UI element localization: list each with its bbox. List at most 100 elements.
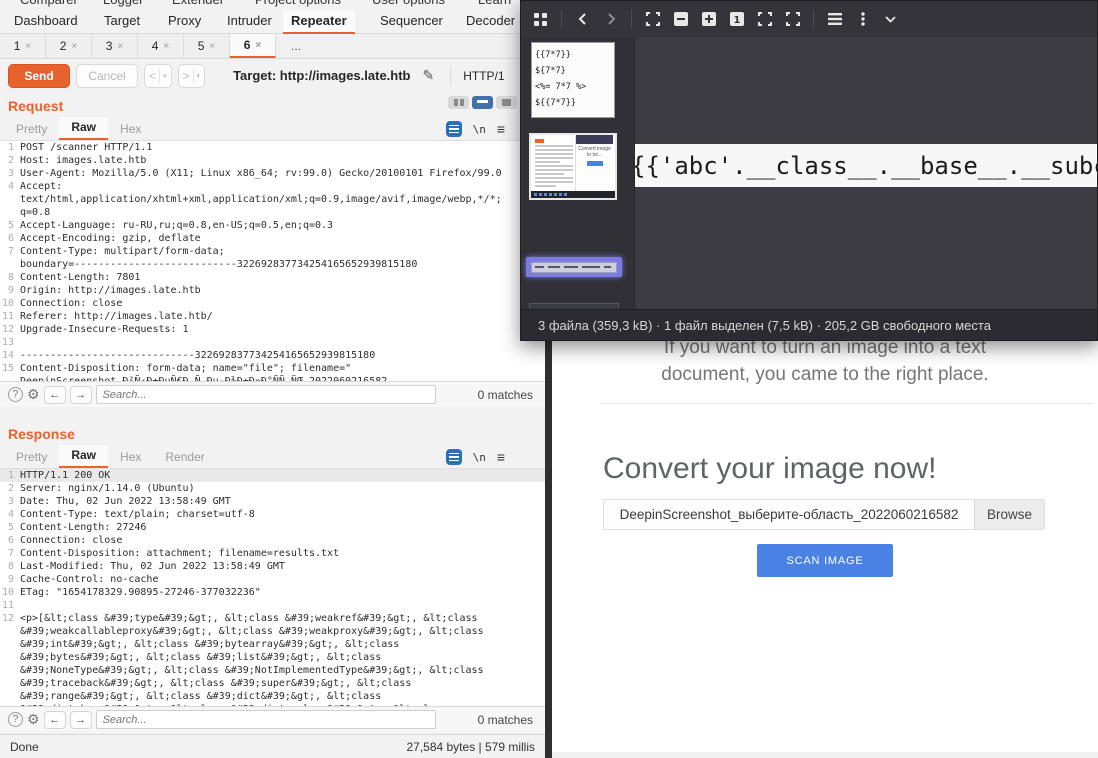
tab-decoder[interactable]: Decoder (458, 10, 523, 32)
tab-dashboard[interactable]: Dashboard (6, 10, 86, 32)
chevron-down-icon[interactable] (883, 12, 898, 27)
code-line: 12<p>[&lt;class &#39;type&#39;&gt;, &lt;… (0, 612, 545, 625)
image-viewer-window: 1 {{7*7}} ${7*7} <%= 7*7 %> ${{7*7}} (520, 0, 1098, 341)
repeater-tab-strip: 1×2×3×4×5×6×... (0, 34, 545, 59)
response-view-tabs: PrettyRawHexRender \n ≡ (0, 446, 545, 468)
menu-item-user-options[interactable]: User options (372, 0, 445, 7)
chevron-down-icon[interactable]: ▾ (163, 72, 167, 80)
history-forward-button[interactable]: >▾ (178, 64, 206, 88)
view-tab-pretty[interactable]: Pretty (4, 119, 59, 140)
layout-single-button[interactable] (496, 96, 517, 109)
thumbnails-grid-icon[interactable] (533, 12, 548, 27)
view-tab-hex[interactable]: Hex (108, 447, 153, 468)
repeater-tab-5[interactable]: 5× (184, 34, 230, 58)
view-tab-hex[interactable]: Hex (108, 119, 153, 140)
layout-columns-button[interactable] (448, 96, 469, 109)
menu-item-logger[interactable]: Logger (103, 0, 143, 7)
selected-filename: DeepinScreenshot_выберите-область_202206… (604, 500, 974, 529)
fit-screen-icon[interactable] (785, 12, 800, 27)
viewer-toolbar: 1 (521, 1, 1097, 37)
tab-sequencer[interactable]: Sequencer (372, 10, 451, 32)
displayed-image: {{'abc'.__class__.__base__.__subclasses_… (635, 144, 1097, 187)
list-view-icon[interactable] (827, 12, 842, 27)
file-upload-input[interactable]: DeepinScreenshot_выберите-область_202206… (603, 499, 1045, 530)
gear-icon[interactable]: ⚙ (27, 711, 40, 728)
more-options-kebab-icon[interactable] (855, 12, 870, 27)
tab-intruder[interactable]: Intruder (219, 10, 280, 32)
zoom-out-icon[interactable] (673, 12, 688, 27)
http-version-selector[interactable]: HTTP/1 (463, 69, 504, 83)
code-line: 8Content-Length: 7801 (0, 271, 545, 284)
chevron-down-icon[interactable]: ▾ (197, 72, 201, 80)
ssti-payload-text: {{'abc'.__class__.__base__.__subclasses_… (635, 152, 1097, 180)
search-next-button[interactable]: → (70, 711, 92, 729)
svg-text:1: 1 (733, 15, 740, 26)
scan-image-button[interactable]: SCAN IMAGE (757, 544, 893, 577)
request-editor[interactable]: 1POST /scanner HTTP/1.12Host: images.lat… (0, 140, 545, 381)
thumbnail-selected-payload-image[interactable] (526, 257, 622, 277)
menu-item-extender[interactable]: Extender (172, 0, 224, 7)
view-tab-raw[interactable]: Raw (59, 445, 108, 468)
repeater-tab-2[interactable]: 2× (46, 34, 92, 58)
fit-width-icon[interactable] (757, 12, 772, 27)
code-line: 4Accept: (0, 180, 545, 193)
tab-target[interactable]: Target (96, 10, 148, 32)
code-line: 11 (0, 599, 545, 612)
thumbnail-payload-text-file[interactable]: {{7*7}} ${7*7} <%= 7*7 %> ${{7*7}} (531, 42, 615, 118)
editor-menu-icon[interactable]: ≡ (497, 449, 505, 465)
show-newlines-icon[interactable]: \n (473, 123, 486, 136)
browse-button[interactable]: Browse (974, 500, 1044, 529)
history-back-button[interactable]: <▾ (144, 64, 172, 88)
screen: Comparer Logger Extender Project options Use… (0, 0, 1098, 758)
response-editor[interactable]: 1HTTP/1.1 200 OK2Server: nginx/1.14.0 (U… (0, 468, 545, 706)
repeater-tab-4[interactable]: 4× (138, 34, 184, 58)
soft-wrap-icon[interactable] (446, 121, 462, 137)
request-search-input[interactable] (96, 385, 436, 404)
tab-proxy[interactable]: Proxy (160, 10, 209, 32)
tab-repeater[interactable]: Repeater (283, 10, 355, 34)
layout-rows-button[interactable] (472, 96, 493, 109)
code-line: 6Connection: close (0, 534, 545, 547)
search-prev-button[interactable]: ← (44, 711, 66, 729)
burp-menu-row-top: Comparer Logger Extender Project options Use… (0, 0, 545, 10)
response-search-input[interactable] (96, 710, 436, 729)
repeater-toolbar: Send Cancel <▾ >▾ Target: http://images.… (0, 59, 545, 92)
soft-wrap-icon[interactable] (446, 449, 462, 465)
edit-target-pencil-icon[interactable]: ✎ (423, 67, 435, 84)
view-tab-pretty[interactable]: Pretty (4, 447, 59, 468)
view-tab-render[interactable]: Render (153, 447, 216, 468)
help-icon[interactable]: ? (8, 712, 23, 727)
search-next-button[interactable]: → (70, 386, 92, 404)
repeater-tab-more[interactable]: ... (276, 34, 316, 58)
code-line: 2Server: nginx/1.14.0 (Ubuntu) (0, 482, 545, 495)
code-line: 11Referer: http://images.late.htb/ (0, 310, 545, 323)
menu-item-project-options[interactable]: Project options (255, 0, 341, 7)
zoom-fit-icon[interactable] (645, 12, 660, 27)
previous-image-icon[interactable] (575, 12, 590, 27)
repeater-tab-6[interactable]: 6× (230, 34, 276, 58)
request-title: Request (8, 98, 63, 114)
code-line: 6Accept-Encoding: gzip, deflate (0, 232, 545, 245)
zoom-actual-size-icon[interactable]: 1 (729, 12, 744, 27)
zoom-in-icon[interactable] (701, 12, 716, 27)
code-line: 9Cache-Control: no-cache (0, 573, 545, 586)
send-button[interactable]: Send (8, 64, 70, 88)
target-url-label: Target: http://images.late.htb (233, 68, 410, 83)
menu-item-learn[interactable]: Learn (478, 0, 511, 7)
menu-item-comparer[interactable]: Comparer (20, 0, 78, 7)
search-prev-button[interactable]: ← (44, 386, 66, 404)
show-newlines-icon[interactable]: \n (473, 451, 486, 464)
viewer-canvas[interactable]: {{'abc'.__class__.__base__.__subclasses_… (635, 37, 1097, 309)
gear-icon[interactable]: ⚙ (27, 386, 40, 403)
cancel-button[interactable]: Cancel (76, 64, 138, 88)
status-bytes-label: 27,584 bytes | 579 millis (406, 740, 535, 754)
thumbnail-screenshot-file[interactable]: Convert image to txt... (529, 133, 617, 200)
repeater-tab-3[interactable]: 3× (92, 34, 138, 58)
code-line: boundary=---------------------------3226… (0, 258, 545, 271)
repeater-tab-1[interactable]: 1× (0, 34, 46, 58)
page-tagline: If you want to turn an image into a text… (552, 334, 1098, 388)
editor-menu-icon[interactable]: ≡ (497, 121, 505, 137)
view-tab-raw[interactable]: Raw (59, 117, 108, 140)
help-icon[interactable]: ? (8, 387, 23, 402)
next-image-icon[interactable] (603, 12, 618, 27)
